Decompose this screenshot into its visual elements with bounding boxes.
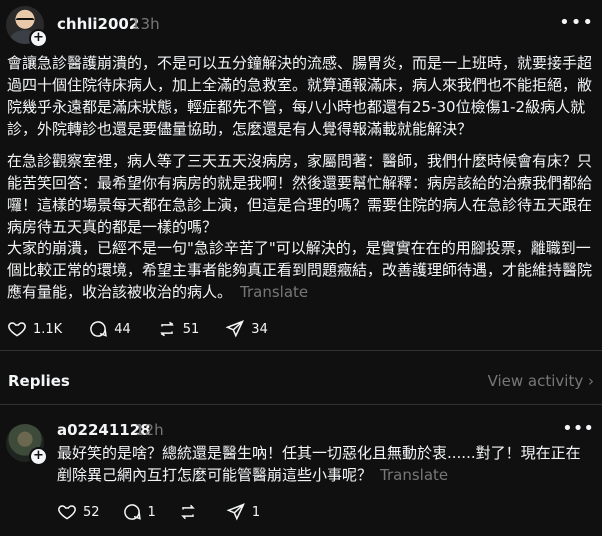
divider	[0, 404, 602, 405]
reply-avatar[interactable]: +	[6, 424, 48, 466]
repost-icon	[159, 321, 174, 337]
reply-timestamp: 12h	[135, 421, 164, 439]
heart-icon	[58, 505, 76, 520]
divider	[0, 350, 602, 351]
post-actions: 1.1K 44 51 34	[7, 319, 294, 339]
post-paragraph-2-text: 在急診觀察室裡，病人等了三天五天沒病房，家屬問著：醫師，我們什麼時候會有床？只能…	[7, 152, 593, 236]
more-horizontal-icon[interactable]: •••	[562, 418, 594, 439]
post-username[interactable]: chhli2002	[57, 15, 139, 33]
share-count: 34	[251, 321, 268, 337]
post-paragraph-1-text: 會讓急診醫護崩潰的，不是可以五分鐘解決的流感、腸胃炎，而是一上班時，就要接手超過…	[7, 54, 593, 138]
post-avatar[interactable]: +	[6, 6, 48, 48]
post-paragraph-2: 在急診觀察室裡，病人等了三天五天沒病房，家屬問著：醫師，我們什麼時候會有床？只能…	[7, 150, 595, 238]
reply-repost-button[interactable]	[178, 502, 204, 522]
chevron-right-icon: ›	[588, 372, 594, 390]
reply-share-button[interactable]: 1	[226, 502, 260, 522]
reply-text-body: 最好笑的是啥？總統還是醫生吶！任其一切惡化且無動於衷......對了！現在正在剷…	[57, 444, 581, 484]
heart-icon	[8, 322, 26, 337]
send-icon	[226, 503, 245, 521]
reply-share-count: 1	[251, 504, 261, 520]
repost-icon	[181, 504, 195, 520]
translate-link[interactable]: Translate	[380, 466, 448, 484]
reply-comment-count: 1	[147, 504, 156, 520]
reply-text: 最好笑的是啥？總統還是醫生吶！任其一切惡化且無動於衷......對了！現在正在剷…	[57, 442, 595, 486]
translate-link[interactable]: Translate	[240, 283, 308, 301]
replies-header: Replies	[8, 372, 70, 390]
share-button[interactable]: 34	[225, 319, 268, 339]
repost-button[interactable]: 51	[157, 319, 200, 339]
follow-plus-icon[interactable]: +	[29, 29, 48, 48]
follow-plus-icon[interactable]: +	[29, 447, 48, 466]
reply-like-button[interactable]: 52	[57, 502, 100, 522]
post-paragraph-1: 會讓急診醫護崩潰的，不是可以五分鐘解決的流感、腸胃炎，而是一上班時，就要接手超過…	[7, 52, 595, 140]
reply-actions: 52 1 1	[57, 502, 282, 522]
send-icon	[225, 320, 245, 338]
like-button[interactable]: 1.1K	[7, 319, 62, 339]
view-activity-link[interactable]: View activity ›	[488, 372, 594, 390]
post-paragraph-3: 大家的崩潰，已經不是一句"急診辛苦了"可以解決的，是實實在在的用腳投票，離職到一…	[7, 237, 595, 303]
view-activity-label: View activity	[487, 372, 584, 390]
comment-icon	[90, 321, 108, 337]
repost-count: 51	[182, 321, 200, 337]
reply-comment-button[interactable]: 1	[122, 502, 156, 522]
comment-button[interactable]: 44	[88, 319, 131, 339]
post-timestamp: 13h	[131, 15, 160, 33]
comment-count: 44	[114, 321, 131, 337]
reply-like-count: 52	[83, 504, 100, 520]
comment-icon	[123, 504, 141, 520]
like-count: 1.1K	[33, 321, 63, 337]
thread-page: + chhli2002 13h ••• 會讓急診醫護崩潰的，不是可以五分鐘解決的…	[0, 0, 602, 536]
more-horizontal-icon[interactable]: •••	[559, 12, 594, 33]
